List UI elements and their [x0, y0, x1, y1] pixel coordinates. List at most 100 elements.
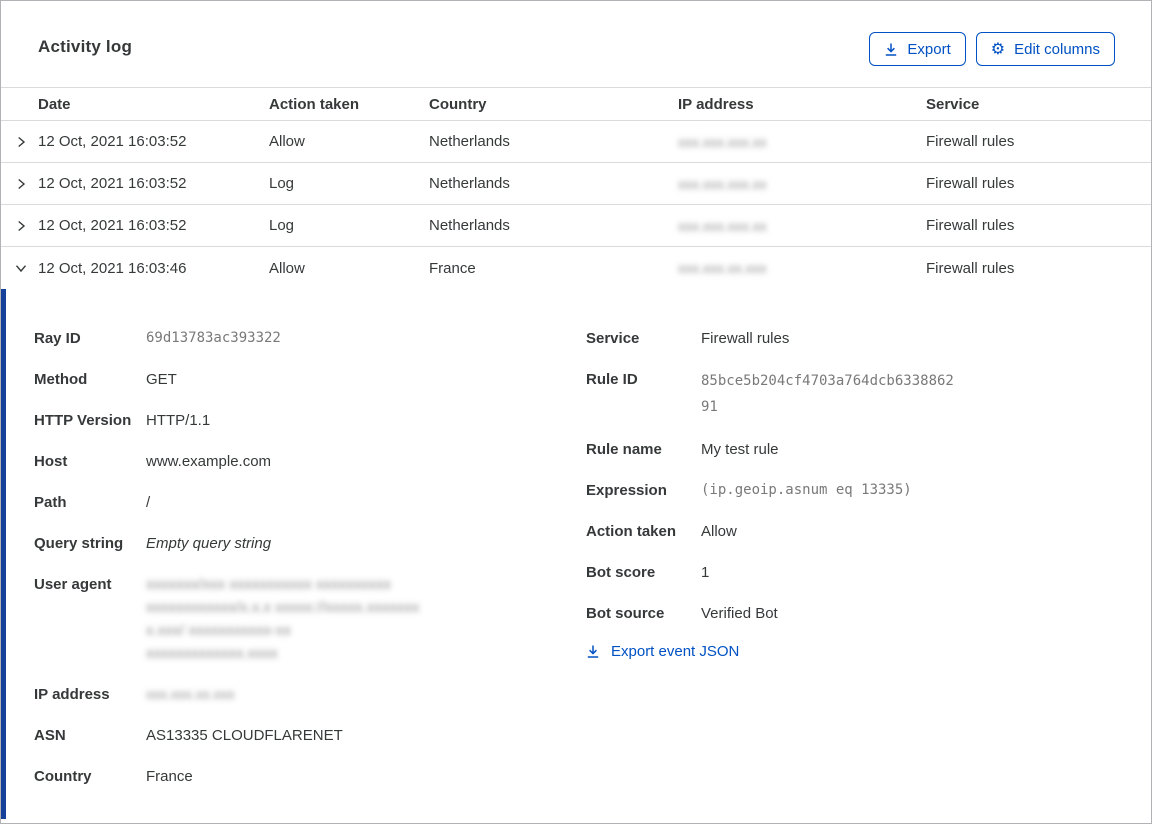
field-bot-source: Bot source Verified Bot — [586, 602, 1151, 625]
table-header: Date Action taken Country IP address Ser… — [1, 87, 1151, 121]
column-header-ip: IP address — [678, 95, 754, 113]
field-label: User agent — [34, 576, 112, 593]
field-http-version: HTTP Version HTTP/1.1 — [34, 409, 586, 432]
field-value: AS13335 CLOUDFLARENET — [146, 727, 343, 744]
field-ray-id: Ray ID 69d13783ac393322 — [34, 327, 586, 350]
cell-ip-redacted: xxx.xxx.xxx.xx — [678, 217, 767, 234]
cell-service: Firewall rules — [926, 133, 1015, 150]
cell-country: Netherlands — [429, 217, 510, 234]
field-label: IP address — [34, 686, 110, 703]
field-value: www.example.com — [146, 453, 272, 470]
field-label: Action taken — [586, 523, 677, 540]
field-service: Service Firewall rules — [586, 327, 1151, 350]
field-country: Country France — [34, 765, 586, 788]
field-label: Ray ID — [34, 330, 81, 347]
toolbar: Export ⚙ Edit columns — [869, 32, 1115, 66]
cell-action: Log — [269, 175, 295, 192]
field-value: / — [146, 494, 151, 511]
field-action-taken: Action taken Allow — [586, 520, 1151, 543]
collapse-row-button[interactable] — [1, 261, 38, 275]
cell-service: Firewall rules — [926, 259, 1015, 277]
cell-date: 12 Oct, 2021 16:03:52 — [38, 133, 187, 150]
event-detail-panel: Ray ID 69d13783ac393322 Method GET HTTP … — [1, 289, 1151, 819]
cell-country: Netherlands — [429, 175, 510, 192]
column-header-date: Date — [38, 95, 71, 113]
column-header-service: Service — [926, 95, 980, 113]
cell-ip-redacted: xxx.xxx.xxx.xx — [678, 175, 767, 192]
edit-columns-button[interactable]: ⚙ Edit columns — [975, 32, 1115, 66]
export-button-label: Export — [907, 40, 951, 58]
detail-right-column: Service Firewall rules Rule ID 85bce5b20… — [586, 327, 1151, 819]
field-value: 1 — [701, 564, 710, 581]
cell-action: Allow — [269, 133, 305, 150]
field-label: HTTP Version — [34, 412, 132, 429]
field-query-string: Query string Empty query string — [34, 532, 586, 555]
field-label: Bot source — [586, 605, 665, 622]
field-label: Bot score — [586, 564, 656, 581]
cell-ip-redacted: xxx.xxx.xxx.xx — [678, 133, 767, 150]
table-row[interactable]: 12 Oct, 2021 16:03:52 Log Netherlands xx… — [1, 205, 1151, 247]
field-value: HTTP/1.1 — [146, 412, 211, 429]
panel-header: Activity log Export ⚙ Edit columns — [1, 1, 1151, 87]
field-bot-score: Bot score 1 — [586, 561, 1151, 584]
field-value: Allow — [701, 523, 737, 540]
field-label: Rule name — [586, 441, 662, 458]
page-title: Activity log — [38, 37, 133, 56]
column-header-action: Action taken — [269, 95, 360, 113]
field-label: Country — [34, 768, 92, 785]
field-label: Path — [34, 494, 67, 511]
table-row[interactable]: 12 Oct, 2021 16:03:52 Allow Netherlands … — [1, 121, 1151, 163]
download-icon — [586, 644, 600, 659]
field-user-agent: User agent xxxxxxx/xxx xxxxxxxxxxx xxxxx… — [34, 573, 586, 665]
cell-service: Firewall rules — [926, 217, 1015, 234]
field-ip-address: IP address xxx.xxx.xx.xxx — [34, 683, 586, 706]
field-label: ASN — [34, 727, 66, 744]
gear-icon: ⚙ — [990, 39, 1006, 58]
field-value: 85bce5b204cf4703a764dcb633886291 — [701, 373, 954, 415]
field-label: Query string — [34, 535, 124, 552]
field-value: (ip.geoip.asnum eq 13335) — [701, 482, 912, 498]
field-value: 69d13783ac393322 — [146, 330, 281, 346]
field-path: Path / — [34, 491, 586, 514]
cell-action: Log — [269, 217, 295, 234]
column-header-country: Country — [429, 95, 487, 113]
field-value: Firewall rules — [701, 330, 790, 347]
field-label: Method — [34, 371, 88, 388]
expand-row-button[interactable] — [1, 135, 38, 149]
cell-service: Firewall rules — [926, 175, 1015, 192]
chevron-right-icon — [14, 177, 28, 191]
field-value-redacted: xxx.xxx.xx.xxx — [146, 686, 235, 702]
field-host: Host www.example.com — [34, 450, 586, 473]
export-event-json-label: Export event JSON — [611, 643, 740, 660]
detail-left-column: Ray ID 69d13783ac393322 Method GET HTTP … — [34, 327, 586, 819]
field-label: Expression — [586, 482, 667, 499]
field-method: Method GET — [34, 368, 586, 391]
chevron-down-icon — [14, 261, 28, 275]
cell-country: France — [429, 259, 476, 277]
field-value: GET — [146, 371, 177, 388]
field-label: Rule ID — [586, 371, 638, 388]
chevron-right-icon — [14, 135, 28, 149]
cell-ip-redacted: xxx.xxx.xx.xxx — [678, 260, 767, 276]
chevron-right-icon — [14, 219, 28, 233]
edit-columns-button-label: Edit columns — [1014, 40, 1100, 58]
export-button[interactable]: Export — [869, 32, 966, 66]
table-row-expanded[interactable]: 12 Oct, 2021 16:03:46 Allow France xxx.x… — [1, 247, 1151, 289]
expand-row-button[interactable] — [1, 219, 38, 233]
cell-date: 12 Oct, 2021 16:03:52 — [38, 217, 187, 234]
field-value: France — [146, 768, 193, 785]
field-rule-id: Rule ID 85bce5b204cf4703a764dcb633886291 — [586, 368, 1151, 420]
field-asn: ASN AS13335 CLOUDFLARENET — [34, 724, 586, 747]
cell-date: 12 Oct, 2021 16:03:46 — [38, 259, 187, 277]
field-value: Verified Bot — [701, 605, 778, 622]
table-row[interactable]: 12 Oct, 2021 16:03:52 Log Netherlands xx… — [1, 163, 1151, 205]
cell-country: Netherlands — [429, 133, 510, 150]
field-rule-name: Rule name My test rule — [586, 438, 1151, 461]
expand-row-button[interactable] — [1, 177, 38, 191]
activity-log-panel: Activity log Export ⚙ Edit columns Date … — [0, 0, 1152, 824]
field-value: Empty query string — [146, 535, 272, 552]
download-icon — [884, 42, 898, 57]
export-event-json-link[interactable]: Export event JSON — [586, 643, 1151, 660]
field-label: Service — [586, 330, 640, 347]
field-value: My test rule — [701, 441, 779, 458]
